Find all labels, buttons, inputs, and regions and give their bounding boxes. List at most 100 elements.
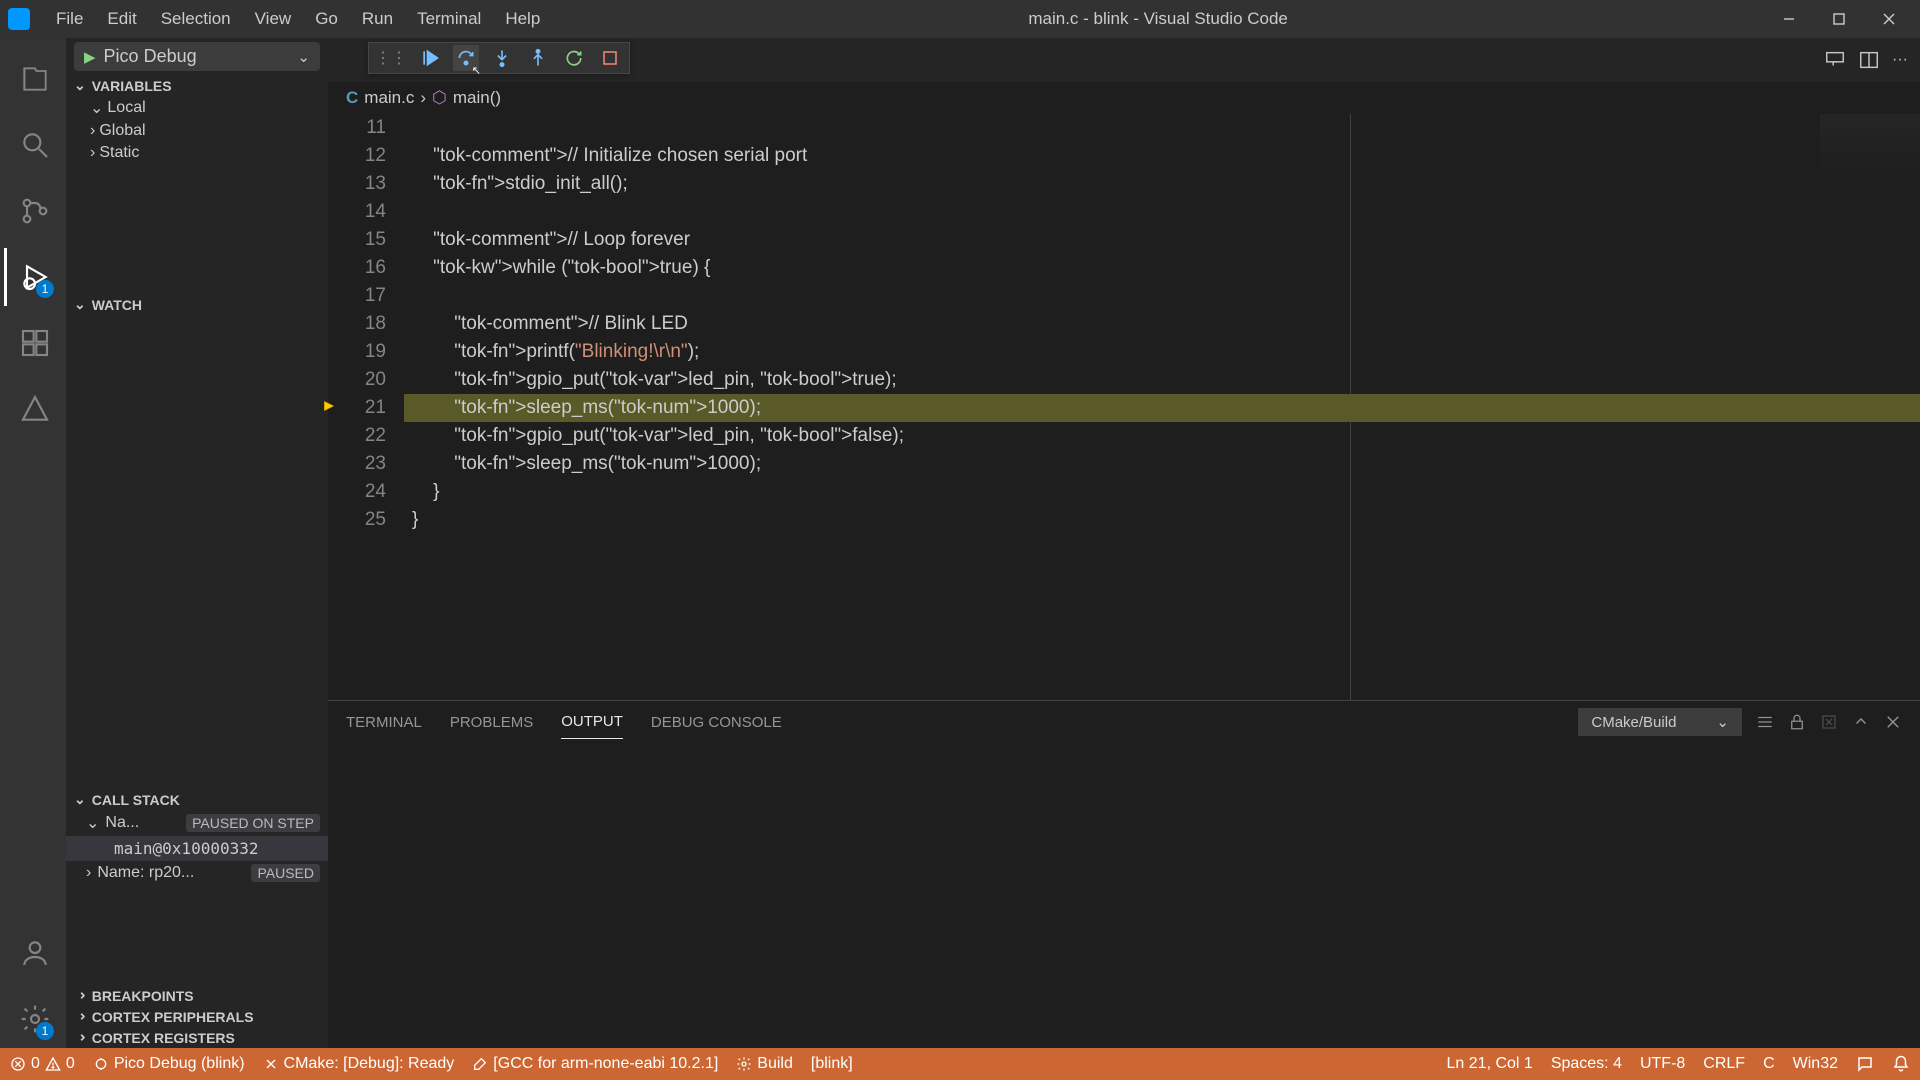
callstack-thread-1[interactable]: › Name: rp20... PAUSED [66,861,328,885]
chevron-down-icon: ⌄ [1716,713,1729,731]
menu-view[interactable]: View [245,5,302,33]
breadcrumb-symbol[interactable]: main() [453,88,501,108]
chevron-down-icon: ⌄ [74,791,86,808]
chevron-down-icon: ⌄ [74,296,86,313]
menu-help[interactable]: Help [495,5,550,33]
status-feedback-icon[interactable] [1856,1055,1874,1073]
breadcrumb-file[interactable]: main.c [364,88,414,108]
activity-settings[interactable]: 1 [4,990,66,1048]
section-callstack[interactable]: ⌄ CALL STACK [66,789,328,810]
clear-output-icon[interactable] [1820,713,1838,731]
panel-tab-terminal[interactable]: TERMINAL [346,706,422,739]
menu-edit[interactable]: Edit [97,5,146,33]
status-target[interactable]: [blink] [811,1055,853,1073]
code-line[interactable]: "tok-comment">// Initialize chosen seria… [404,142,1920,170]
code-line[interactable] [404,198,1920,226]
debug-config-selector[interactable]: ▶ Pico Debug ⌄ [74,42,320,71]
callstack-thread-0[interactable]: ⌄ Na... PAUSED ON STEP [66,810,328,836]
status-notifications-icon[interactable] [1892,1055,1910,1073]
activity-extensions[interactable] [4,314,66,372]
code-line[interactable]: } [404,506,1920,534]
code-line[interactable]: } [404,478,1920,506]
chevron-down-icon[interactable]: ⌄ [297,48,310,66]
debug-toolbar[interactable]: ⋮⋮ ↖ [368,42,630,74]
panel-tab-debug-console[interactable]: DEBUG CONSOLE [651,706,782,739]
status-errors[interactable]: 0 0 [10,1055,75,1073]
activity-source-control[interactable] [4,182,66,240]
variables-scope-global[interactable]: ›Global [66,120,328,142]
code-line[interactable]: "tok-fn">sleep_ms("tok-num">1000); [404,450,1920,478]
more-actions-icon[interactable]: ··· [1892,51,1908,69]
callstack-frame-0[interactable]: main@0x10000332 [66,836,328,861]
menu-selection[interactable]: Selection [151,5,241,33]
section-cortex-peripherals[interactable]: ⌄ CORTEX PERIPHERALS [66,1006,328,1027]
code-line[interactable] [404,282,1920,310]
status-encoding[interactable]: UTF-8 [1640,1055,1685,1073]
panel-tab-problems[interactable]: PROBLEMS [450,706,533,739]
status-platform[interactable]: Win32 [1793,1055,1838,1073]
vscode-logo-icon [8,8,30,30]
c-file-icon: C [346,88,358,108]
variables-scope-local[interactable]: ⌄Local [66,96,328,120]
breadcrumb[interactable]: C main.c › ⬡ main() [328,82,1920,114]
code-editor[interactable]: 111213141516171819202122232425 "tok-comm… [328,114,1920,700]
thread-status: PAUSED [251,864,320,882]
chevron-right-icon: ⌄ [71,990,88,1002]
minimize-button[interactable] [1766,0,1812,38]
stop-button[interactable] [597,45,623,71]
status-build[interactable]: Build [736,1055,793,1073]
drag-handle-icon[interactable]: ⋮⋮ [375,48,407,68]
status-debug-config[interactable]: Pico Debug (blink) [93,1055,245,1073]
section-watch[interactable]: ⌄ WATCH [66,294,328,315]
maximize-panel-icon[interactable] [1852,713,1870,731]
step-into-button[interactable] [489,45,515,71]
thread-status: PAUSED ON STEP [186,814,320,832]
lock-scroll-icon[interactable] [1788,713,1806,731]
debug-badge: 1 [36,280,54,298]
toggle-word-wrap-icon[interactable] [1824,49,1846,71]
code-line[interactable]: "tok-fn">printf("Blinking!\r\n"); [404,338,1920,366]
activity-cmake[interactable] [4,380,66,438]
continue-button[interactable] [417,45,443,71]
section-variables[interactable]: ⌄ VARIABLES [66,75,328,96]
split-editor-icon[interactable] [1858,49,1880,71]
code-line[interactable]: "tok-fn">sleep_ms("tok-num">1000); [404,394,1920,422]
step-over-button[interactable]: ↖ [453,45,479,71]
section-cortex-registers[interactable]: ⌄ CORTEX REGISTERS [66,1027,328,1048]
variables-scope-static[interactable]: ›Static [66,142,328,164]
code-line[interactable] [404,114,1920,142]
output-channel-select[interactable]: CMake/Build ⌄ [1578,708,1742,736]
debug-config-name: Pico Debug [104,46,290,67]
status-eol[interactable]: CRLF [1703,1055,1745,1073]
close-button[interactable] [1866,0,1912,38]
activity-account[interactable] [4,924,66,982]
menu-file[interactable]: File [46,5,93,33]
activity-run-debug[interactable]: 1 [4,248,66,306]
menu-run[interactable]: Run [352,5,403,33]
panel-tab-output[interactable]: OUTPUT [561,705,623,739]
code-line[interactable]: "tok-comment">// Loop forever [404,226,1920,254]
section-breakpoints[interactable]: ⌄ BREAKPOINTS [66,985,328,1006]
activity-search[interactable] [4,116,66,174]
step-out-button[interactable] [525,45,551,71]
code-line[interactable]: "tok-fn">gpio_put("tok-var">led_pin, "to… [404,366,1920,394]
status-cursor[interactable]: Ln 21, Col 1 [1447,1055,1533,1073]
panel: TERMINAL PROBLEMS OUTPUT DEBUG CONSOLE C… [328,700,1920,1048]
code-line[interactable]: "tok-kw">while ("tok-bool">true) { [404,254,1920,282]
code-line[interactable]: "tok-comment">// Blink LED [404,310,1920,338]
status-spaces[interactable]: Spaces: 4 [1551,1055,1622,1073]
code-line[interactable]: "tok-fn">gpio_put("tok-var">led_pin, "to… [404,422,1920,450]
menu-terminal[interactable]: Terminal [407,5,491,33]
activity-explorer[interactable] [4,50,66,108]
status-lang[interactable]: C [1763,1055,1775,1073]
filter-icon[interactable] [1756,713,1774,731]
status-kit[interactable]: [GCC for arm-none-eabi 10.2.1] [472,1055,718,1073]
menu-go[interactable]: Go [305,5,348,33]
chevron-right-icon: ⌄ [71,1032,88,1044]
maximize-button[interactable] [1816,0,1862,38]
close-panel-icon[interactable] [1884,713,1902,731]
code-line[interactable]: "tok-fn">stdio_init_all(); [404,170,1920,198]
start-debug-icon[interactable]: ▶ [84,48,96,66]
restart-button[interactable] [561,45,587,71]
status-cmake[interactable]: CMake: [Debug]: Ready [263,1055,455,1073]
